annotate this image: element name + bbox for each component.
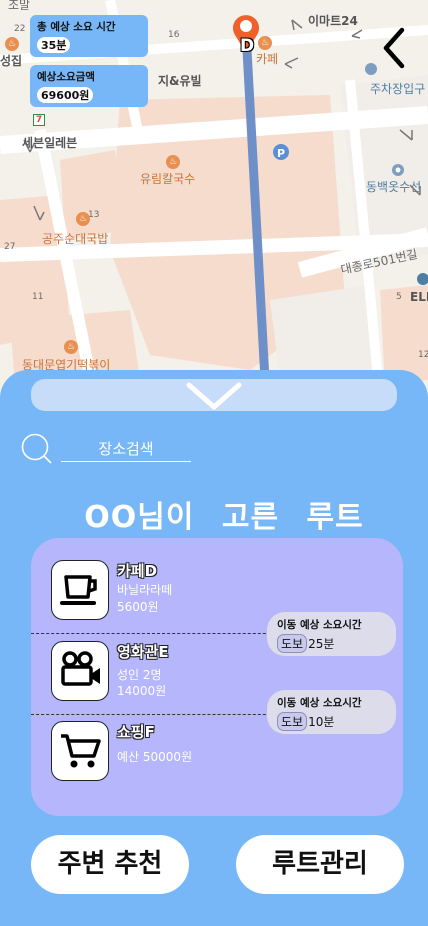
map-number: 11 (32, 292, 44, 302)
route-divider (31, 714, 281, 715)
place-detail: 바닐라라떼 (117, 583, 173, 597)
place-icon-box (51, 560, 109, 620)
map-label-seven-eleven: 세븐일레븐 (22, 136, 78, 150)
place-search (20, 432, 195, 464)
route-manage-button[interactable]: 루트관리 (236, 835, 404, 894)
map-number: 5 (396, 292, 402, 302)
map-number: 16 (168, 30, 180, 40)
travel-duration: 25분 (308, 637, 335, 651)
search-icon[interactable] (20, 432, 52, 464)
place-price: 14000원 (117, 684, 167, 698)
map-label-gukbap: 공주순대국밥 (42, 232, 109, 246)
nearby-recommend-button[interactable]: 주변 추천 (31, 835, 189, 894)
map-label-seongjip: 성집 (0, 54, 23, 68)
travel-time-title: 이동 예상 소요시간 (277, 619, 362, 631)
sheet-collapse-handle[interactable] (31, 379, 397, 411)
map-number: 22 (14, 24, 26, 34)
total-time-box: 총 예상 소요 시간 35분 (30, 15, 148, 57)
travel-time-badge: 이동 예상 소요시간 도보 25분 (267, 612, 396, 656)
route-title: OO님이 고른 루트 (84, 500, 364, 535)
map-label-kalguksu: 유림칼국수 (140, 172, 196, 186)
map-label-emart24: 이마트24 (308, 14, 358, 28)
route-divider (31, 633, 281, 634)
travel-mode-tag: 도보 (277, 634, 308, 653)
place-name: 영화관E (117, 643, 169, 661)
place-icon-box (51, 641, 109, 701)
route-place-item[interactable]: 카페D 바닐라라떼 5600원 (51, 560, 251, 624)
route-card: 카페D 바닐라라떼 5600원 영화관E 성인 2명 14000원 쇼핑F 예산… (31, 538, 403, 816)
route-bottom-sheet: OO님이 고른 루트 카페D 바닐라라떼 5600원 (0, 370, 428, 926)
search-input[interactable] (61, 436, 191, 462)
place-price: 5600원 (117, 600, 159, 614)
chevron-left-icon (383, 27, 405, 69)
svg-text:P: P (277, 147, 285, 160)
restaurant-icon: ♨ (166, 155, 180, 169)
movie-camera-icon (61, 651, 100, 686)
place-detail: 예산 50000원 (117, 750, 193, 764)
travel-time-title: 이동 예상 소요시간 (277, 697, 362, 709)
map-view[interactable]: P 조말 이마트24 성집 카페 지&유빌 주차장입구 세븐일레븐 유림칼국수 … (0, 0, 428, 400)
seven-eleven-icon: 7 (33, 114, 45, 126)
place-icon-box (51, 721, 109, 781)
map-label-store: 조말 (8, 0, 31, 12)
back-button[interactable] (380, 26, 410, 70)
total-time-value: 35분 (37, 37, 71, 53)
map-label-ell: ELL (410, 290, 428, 304)
route-place-item[interactable]: 쇼핑F 예산 50000원 (51, 721, 251, 785)
destination-pin[interactable]: D (230, 11, 262, 56)
map-label-jiyubil: 지&유빌 (158, 74, 202, 88)
map-number: 12 (418, 350, 428, 360)
place-name: 카페D (117, 562, 158, 580)
travel-time-badge: 이동 예상 소요시간 도보 10분 (267, 690, 396, 734)
travel-mode-tag: 도보 (277, 712, 308, 731)
map-number: 27 (4, 242, 16, 252)
destination-pin-label: D (240, 36, 255, 56)
total-cost-title: 예상소요금액 (37, 71, 95, 83)
restaurant-icon: ♨ (76, 212, 90, 226)
travel-duration: 10분 (308, 715, 335, 729)
place-detail: 성인 2명 (117, 668, 162, 682)
coffee-cup-icon (60, 575, 97, 605)
total-time-title: 총 예상 소요 시간 (37, 21, 116, 33)
total-cost-box: 예상소요금액 69600원 (30, 65, 148, 107)
map-label-parking: 주차장입구 (370, 82, 426, 96)
map-background: P (0, 0, 428, 400)
map-label-dongbaek: 동백옷수선 (366, 180, 422, 194)
route-place-item[interactable]: 영화관E 성인 2명 14000원 (51, 641, 251, 705)
place-name: 쇼핑F (117, 723, 155, 741)
restaurant-icon: ♨ (64, 340, 78, 354)
shopping-cart-icon (61, 734, 101, 768)
restaurant-icon: ♨ (5, 37, 19, 51)
chevron-down-icon (186, 382, 242, 410)
total-cost-value: 69600원 (37, 87, 94, 103)
